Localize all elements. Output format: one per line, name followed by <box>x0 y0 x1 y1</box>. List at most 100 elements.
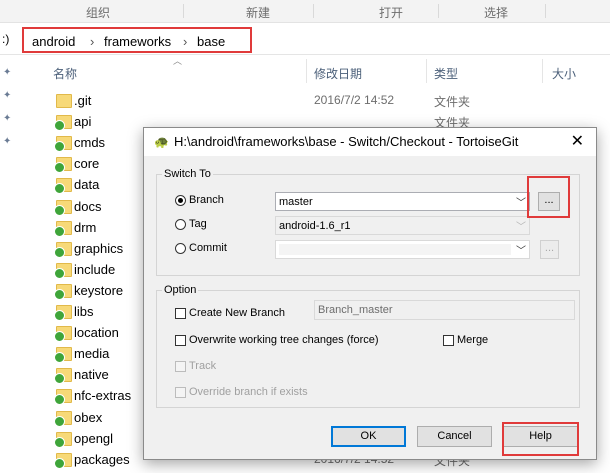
create-new-branch-checkbox[interactable] <box>175 308 186 319</box>
breadcrumb-frameworks[interactable]: frameworks <box>104 34 171 49</box>
column-divider[interactable] <box>542 59 543 83</box>
overwrite-label[interactable]: Overwrite working tree changes (force) <box>189 334 379 346</box>
column-name[interactable]: 名称 <box>53 65 77 82</box>
override-branch-checkbox[interactable] <box>175 387 186 398</box>
file-name: opengl <box>74 430 114 446</box>
breadcrumb-android[interactable]: android <box>32 34 75 49</box>
column-header: 名称 修改日期 类型 大小 <box>48 55 610 85</box>
file-name: data <box>74 177 100 193</box>
tortoisegit-folder-icon <box>54 157 72 174</box>
file-name: packages <box>74 451 130 467</box>
merge-checkbox[interactable] <box>443 335 454 346</box>
tortoisegit-folder-icon <box>54 136 72 153</box>
track-checkbox[interactable] <box>175 361 186 372</box>
column-divider[interactable] <box>306 59 307 83</box>
tortoisegit-folder-icon <box>54 410 72 427</box>
chevron-down-icon[interactable]: ﹀ <box>516 194 526 209</box>
ribbon-group-new[interactable]: 新建 <box>246 4 270 21</box>
commit-label[interactable]: Commit <box>189 242 227 254</box>
pin-icon[interactable]: ✦ <box>3 113 11 124</box>
file-date: 2016/7/2 14:52 <box>314 93 395 107</box>
file-name: api <box>74 114 92 130</box>
ribbon-divider <box>313 4 314 18</box>
file-name: native <box>74 367 109 383</box>
ribbon-group-select[interactable]: 选择 <box>484 4 508 21</box>
file-name: nfc-extras <box>74 388 132 404</box>
ribbon-divider <box>438 4 439 18</box>
ribbon-group-organize[interactable]: 组织 <box>86 4 110 21</box>
breadcrumb: android › frameworks › base <box>22 27 252 53</box>
pin-icon[interactable]: ✦ <box>3 67 11 78</box>
tag-label[interactable]: Tag <box>189 218 207 230</box>
tortoisegit-folder-icon <box>54 283 72 300</box>
file-name: graphics <box>74 240 124 256</box>
override-branch-label: Override branch if exists <box>189 386 308 398</box>
file-name: location <box>74 325 119 341</box>
file-name: docs <box>74 198 102 214</box>
tortoisegit-folder-icon <box>54 241 72 258</box>
tortoisegit-folder-icon <box>54 389 72 406</box>
file-name: keystore <box>74 282 124 298</box>
file-name: obex <box>74 409 103 425</box>
file-name: core <box>74 156 100 172</box>
new-branch-name-input[interactable]: Branch_master <box>314 300 575 320</box>
new-branch-name-value: Branch_master <box>318 304 393 316</box>
browse-commit-button[interactable]: ... <box>540 240 559 259</box>
merge-label[interactable]: Merge <box>457 334 488 346</box>
file-name: media <box>74 346 110 362</box>
file-name: .git <box>74 93 92 108</box>
breadcrumb-base[interactable]: base <box>197 34 225 49</box>
ribbon-group-open[interactable]: 打开 <box>379 4 403 21</box>
overwrite-checkbox[interactable] <box>175 335 186 346</box>
option-label: Option <box>162 284 199 296</box>
ok-button[interactable]: OK <box>331 426 406 447</box>
column-type[interactable]: 类型 <box>434 65 458 82</box>
column-date[interactable]: 修改日期 <box>314 65 362 82</box>
tortoisegit-folder-icon <box>54 199 72 216</box>
column-divider[interactable] <box>426 59 427 83</box>
tortoisegit-folder-icon <box>54 220 72 237</box>
file-type: 文件夹 <box>434 95 471 109</box>
chevron-right-icon[interactable]: › <box>183 34 187 49</box>
branch-combo[interactable]: master ﹀ <box>275 192 530 211</box>
ribbon-divider <box>545 4 546 18</box>
tortoisegit-folder-icon <box>54 368 72 385</box>
tag-value: android-1.6_r1 <box>279 220 351 232</box>
ribbon-bar: 组织 新建 打开 选择 <box>0 0 610 23</box>
tag-combo[interactable]: android-1.6_r1 ﹀ <box>275 216 530 235</box>
chevron-right-icon[interactable]: › <box>90 34 94 49</box>
pin-icon[interactable]: ✦ <box>3 90 11 101</box>
tortoisegit-folder-icon <box>54 262 72 279</box>
browse-highlight-box <box>527 176 570 218</box>
file-name: libs <box>74 304 94 319</box>
folder-icon <box>56 94 72 108</box>
close-icon[interactable]: ✕ <box>571 131 584 151</box>
help-highlight-box <box>502 422 579 456</box>
create-new-branch-label[interactable]: Create New Branch <box>189 307 285 319</box>
ribbon-divider <box>183 4 184 18</box>
column-size[interactable]: 大小 <box>552 65 576 82</box>
pin-icon[interactable]: ✦ <box>3 136 11 147</box>
commit-combo[interactable]: ﹀ <box>275 240 530 259</box>
tortoisegit-folder-icon <box>54 115 72 132</box>
cancel-button[interactable]: Cancel <box>417 426 492 447</box>
tortoisegit-folder-icon <box>54 431 72 448</box>
file-name: drm <box>74 219 97 235</box>
address-prefix: :) <box>2 32 10 46</box>
tortoisegit-folder-icon <box>54 326 72 343</box>
commit-radio[interactable] <box>175 243 186 254</box>
dialog-title: H:\android\frameworks\base - Switch/Chec… <box>174 134 519 149</box>
address-bar[interactable]: :) android › frameworks › base <box>0 24 610 55</box>
file-name: cmds <box>74 135 106 151</box>
commit-input-area[interactable] <box>279 244 511 255</box>
file-name: include <box>74 261 116 277</box>
branch-label[interactable]: Branch <box>189 194 224 206</box>
chevron-down-icon[interactable]: ﹀ <box>516 242 526 257</box>
branch-radio[interactable] <box>175 195 186 206</box>
tortoisegit-folder-icon <box>54 452 72 469</box>
file-row[interactable]: .git 2016/7/2 14:52 文件夹 <box>52 91 592 112</box>
navigation-pane: ✦ ✦ ✦ ✦ <box>0 55 20 473</box>
dialog-titlebar[interactable]: 🐢 H:\android\frameworks\base - Switch/Ch… <box>144 128 596 156</box>
chevron-down-icon[interactable]: ﹀ <box>516 218 526 233</box>
tag-radio[interactable] <box>175 219 186 230</box>
